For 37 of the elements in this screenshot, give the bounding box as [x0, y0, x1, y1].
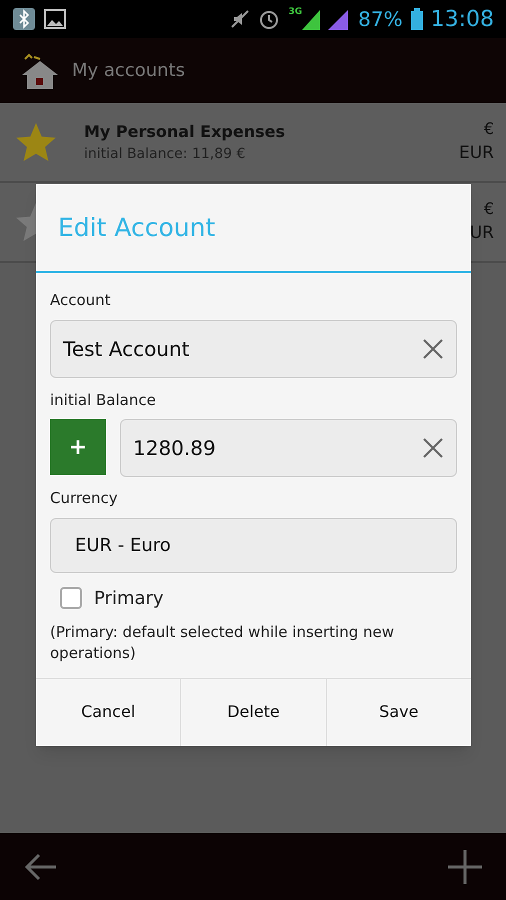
currency-symbol: € — [484, 118, 494, 140]
battery-percent: 87% — [358, 6, 403, 33]
account-field[interactable]: Test Account — [50, 320, 457, 378]
alarm-icon — [258, 8, 280, 30]
currency-code: EUR — [459, 142, 494, 166]
bluetooth-icon — [12, 7, 36, 31]
signal-icon — [328, 8, 350, 30]
currency-code: UR — [470, 222, 494, 246]
field-value: Test Account — [63, 336, 190, 362]
signal-icon — [302, 8, 320, 30]
dialog-button[interactable]: Delete — [180, 678, 326, 746]
sign-toggle-button[interactable]: + — [50, 419, 106, 475]
account-balance: initial Balance: 11,89 € — [84, 144, 246, 164]
dialog-button[interactable]: Save — [326, 678, 471, 746]
clear-icon[interactable] — [422, 437, 444, 459]
checkbox-label: Primary — [94, 586, 164, 610]
primary-checkbox[interactable] — [60, 587, 82, 609]
currency-dropdown[interactable]: EUR - Euro — [50, 518, 457, 572]
dialog-title: Edit Account — [58, 212, 216, 244]
field-label: Account — [50, 290, 112, 311]
clock: 13:08 — [430, 6, 494, 34]
mute-icon — [230, 9, 250, 29]
dialog-button[interactable]: Cancel — [36, 678, 180, 746]
balance-field[interactable]: 1280.89 — [120, 419, 457, 477]
field-label: initial Balance — [50, 390, 157, 410]
back-arrow-icon[interactable] — [24, 852, 58, 882]
battery-icon — [410, 8, 423, 30]
screen-title: My accounts — [72, 59, 185, 83]
field-label: Currency — [50, 488, 119, 509]
currency-symbol: € — [484, 198, 494, 220]
add-icon[interactable] — [448, 850, 482, 884]
image-icon — [44, 8, 66, 30]
account-name: My Personal Expenses — [84, 120, 286, 142]
clear-icon[interactable] — [422, 338, 444, 360]
field-value: 1280.89 — [133, 435, 217, 462]
primary-hint: (Primary: default selected while inserting new operations) — [50, 622, 396, 664]
network-label: 3G — [288, 8, 302, 17]
